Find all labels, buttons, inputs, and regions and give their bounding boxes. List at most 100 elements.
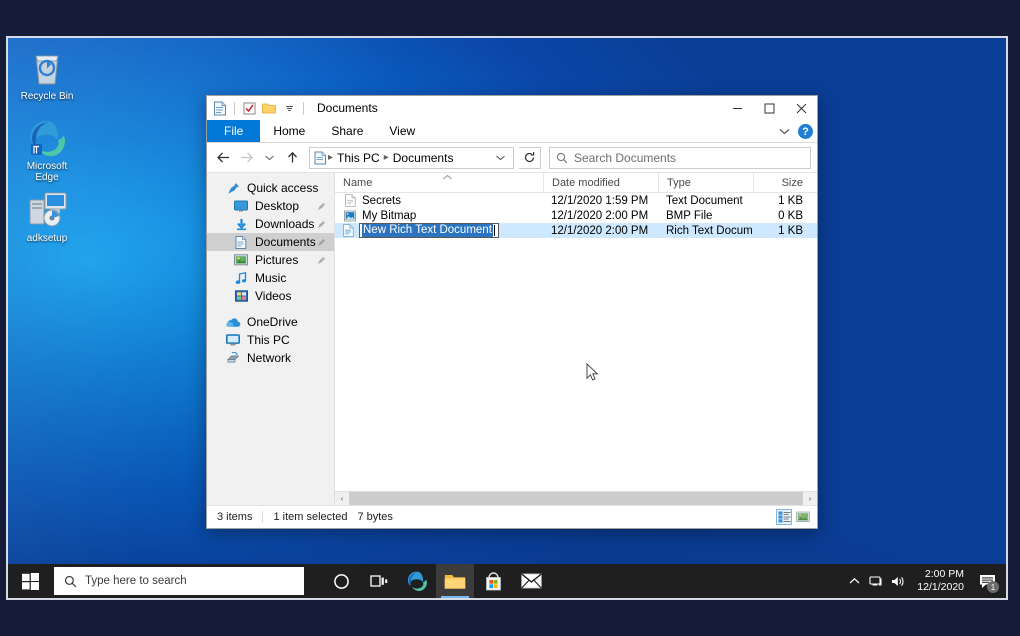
desktop-icon-microsoft-edge[interactable]: Microsoft Edge	[14, 118, 80, 183]
close-button[interactable]	[785, 96, 817, 120]
pin-icon[interactable]	[317, 236, 326, 250]
sidebar-item-this-pc[interactable]: This PC	[207, 331, 334, 349]
table-row[interactable]: New Rich Text Document 12/1/2020 2:00 PM…	[335, 223, 817, 238]
window-controls[interactable]	[721, 96, 817, 120]
desktop-icon-recycle-bin[interactable]: Recycle Bin	[14, 48, 80, 102]
ribbon-right-controls[interactable]: ?	[779, 120, 813, 143]
task-view-button[interactable]	[360, 564, 398, 598]
scrollbar-track[interactable]	[349, 492, 803, 506]
taskbar-search-input[interactable]: Type here to search	[54, 567, 304, 595]
search-input[interactable]: Search Documents	[549, 147, 811, 169]
scrollbar-thumb[interactable]	[349, 492, 803, 506]
navigation-pane[interactable]: Quick access Desktop	[207, 173, 335, 505]
window-title: Documents	[317, 101, 378, 115]
column-header-date-modified[interactable]: Date modified	[543, 173, 658, 193]
file-name-cell[interactable]: My Bitmap	[335, 208, 543, 223]
column-headers[interactable]: Name Date modified Type Size	[335, 173, 817, 193]
file-rows[interactable]: Secrets 12/1/2020 1:59 PM Text Document …	[335, 193, 817, 491]
new-folder-icon[interactable]	[260, 99, 278, 117]
forward-button[interactable]	[236, 147, 257, 169]
back-button[interactable]	[213, 147, 234, 169]
system-tray[interactable]: 2:00 PM 12/1/2020 1	[843, 564, 1006, 598]
show-hidden-icons-button[interactable]	[843, 564, 865, 598]
volume-icon[interactable]	[887, 564, 909, 598]
microsoft-store-button[interactable]	[474, 564, 512, 598]
ribbon-tab-bar[interactable]: File Home Share View ?	[207, 120, 817, 143]
recent-locations-button[interactable]	[259, 147, 280, 169]
breadcrumb-item-documents[interactable]: Documents	[390, 151, 457, 165]
notification-center-button[interactable]: 1	[972, 564, 1002, 598]
network-icon	[225, 350, 241, 366]
title-bar[interactable]: Documents	[207, 96, 817, 120]
tab-home[interactable]: Home	[260, 120, 318, 142]
mail-button[interactable]	[512, 564, 550, 598]
column-header-size[interactable]: Size	[753, 173, 811, 193]
tab-view[interactable]: View	[376, 120, 428, 142]
table-row[interactable]: Secrets 12/1/2020 1:59 PM Text Document …	[335, 193, 817, 208]
taskbar-app-buttons[interactable]	[322, 564, 550, 598]
file-name-cell[interactable]: New Rich Text Document	[335, 223, 543, 238]
address-bar-row[interactable]: ▸ This PC ▸ Documents	[207, 143, 817, 173]
pin-icon[interactable]	[317, 200, 326, 214]
view-buttons[interactable]	[776, 509, 811, 525]
table-row[interactable]: My Bitmap 12/1/2020 2:00 PM BMP File 0 K…	[335, 208, 817, 223]
tab-file[interactable]: File	[207, 120, 260, 142]
file-list-area[interactable]: Name Date modified Type Size	[335, 173, 817, 505]
desktop-icon-label: Recycle Bin	[14, 91, 80, 102]
horizontal-scrollbar[interactable]: ‹ ›	[335, 491, 817, 505]
chevron-down-icon[interactable]	[779, 128, 790, 136]
sidebar-item-pictures[interactable]: Pictures	[207, 251, 334, 269]
scroll-left-arrow-icon[interactable]: ‹	[335, 492, 349, 506]
rename-input[interactable]: New Rich Text Document	[359, 223, 499, 238]
properties-icon[interactable]	[240, 99, 258, 117]
sidebar-item-label: Videos	[255, 289, 291, 303]
refresh-button[interactable]	[519, 147, 541, 169]
minimize-button[interactable]	[721, 96, 753, 120]
column-header-name[interactable]: Name	[335, 173, 543, 193]
sidebar-item-network[interactable]: Network	[207, 349, 334, 367]
virtual-machine-frame: Recycle Bin Microsoft Edge	[6, 36, 1008, 600]
large-icons-view-button[interactable]	[795, 509, 811, 525]
sidebar-item-videos[interactable]: Videos	[207, 287, 334, 305]
pin-icon[interactable]	[317, 254, 326, 268]
scroll-right-arrow-icon[interactable]: ›	[803, 492, 817, 506]
toolbar-separator-2	[303, 102, 304, 115]
up-button[interactable]	[282, 147, 303, 169]
details-view-button[interactable]	[776, 509, 792, 525]
sidebar-item-desktop[interactable]: Desktop	[207, 197, 334, 215]
quick-access-toolbar[interactable]	[211, 99, 307, 117]
breadcrumb-separator-2: ▸	[383, 152, 390, 163]
pin-icon[interactable]	[317, 218, 326, 232]
help-icon[interactable]: ?	[798, 124, 813, 139]
breadcrumb[interactable]: ▸ This PC ▸ Documents	[309, 147, 514, 169]
desktop[interactable]: Recycle Bin Microsoft Edge	[8, 38, 1006, 564]
tab-share[interactable]: Share	[318, 120, 376, 142]
file-name-text: Secrets	[362, 195, 401, 207]
sidebar-item-label: Music	[255, 271, 286, 285]
clock[interactable]: 2:00 PM 12/1/2020	[909, 564, 972, 598]
sidebar-item-music[interactable]: Music	[207, 269, 334, 287]
network-icon[interactable]	[865, 564, 887, 598]
file-explorer-button[interactable]	[436, 564, 474, 598]
sidebar-item-quick-access[interactable]: Quick access	[207, 179, 334, 197]
sidebar-item-onedrive[interactable]: OneDrive	[207, 313, 334, 331]
file-type-cell: BMP File	[658, 208, 753, 223]
sidebar-item-documents[interactable]: Documents	[207, 233, 334, 251]
column-header-type[interactable]: Type	[658, 173, 753, 193]
cortana-button[interactable]	[322, 564, 360, 598]
file-explorer-window[interactable]: Documents File Home Share	[206, 95, 818, 529]
file-size-cell: 0 KB	[753, 208, 811, 223]
taskbar[interactable]: Type here to search	[8, 564, 1006, 598]
downloads-icon	[233, 216, 249, 232]
maximize-button[interactable]	[753, 96, 785, 120]
breadcrumb-dropdown-icon[interactable]	[495, 153, 509, 163]
breadcrumb-item-this-pc[interactable]: This PC	[334, 151, 383, 165]
desktop-icon-adksetup[interactable]: adksetup	[14, 190, 80, 244]
sidebar-item-downloads[interactable]: Downloads	[207, 215, 334, 233]
file-name-cell[interactable]: Secrets	[335, 193, 543, 208]
customize-chevron-icon[interactable]	[280, 99, 298, 117]
start-button[interactable]	[8, 564, 52, 598]
taskbar-search-placeholder: Type here to search	[85, 575, 187, 587]
microsoft-edge-button[interactable]	[398, 564, 436, 598]
documents-icon[interactable]	[211, 99, 229, 117]
